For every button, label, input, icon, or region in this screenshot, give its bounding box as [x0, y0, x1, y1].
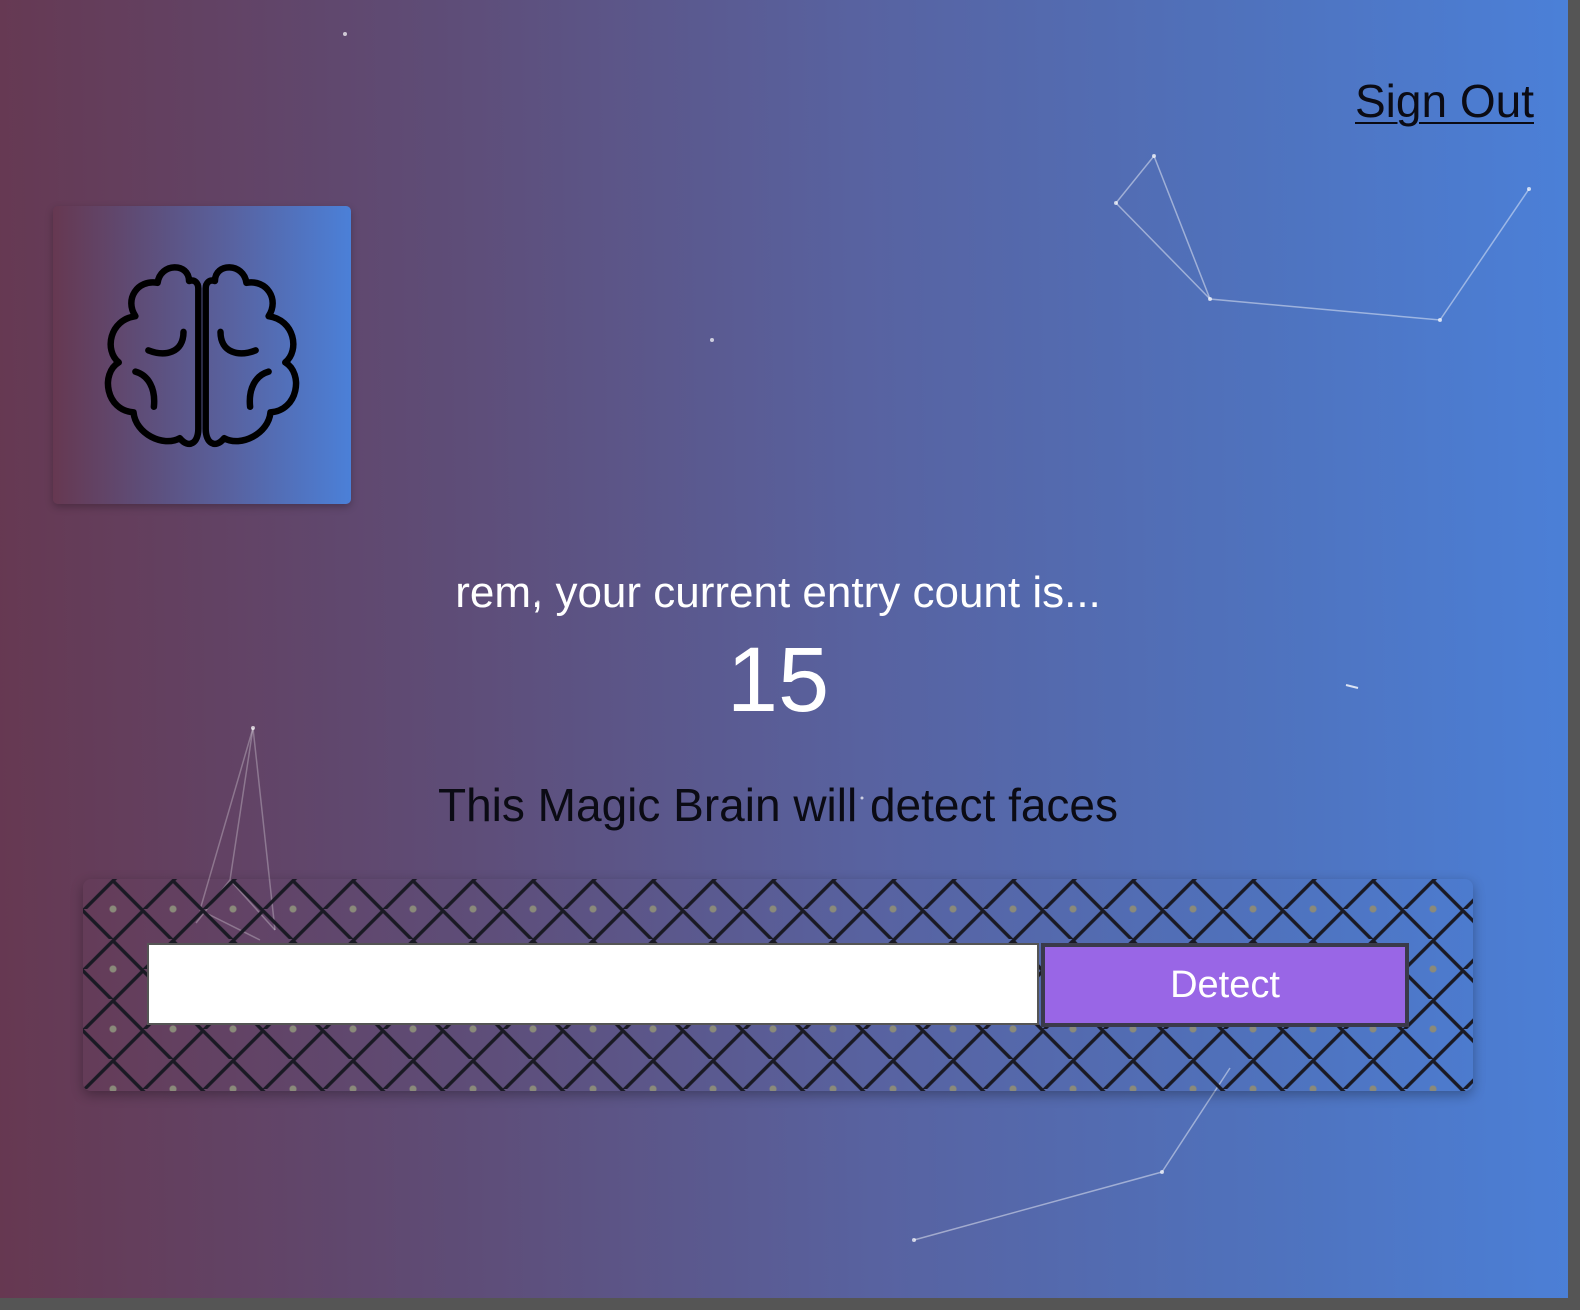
app-background: Sign Out rem, your current entry count i… [0, 0, 1568, 1298]
logo [53, 206, 351, 504]
entry-count: 15 [726, 629, 830, 731]
form-tagline: This Magic Brain will detect faces [437, 779, 1119, 831]
rank-message: rem, your current entry count is... [455, 568, 1101, 617]
sign-out-link[interactable]: Sign Out [1355, 74, 1534, 128]
brain-icon [104, 264, 300, 448]
image-link-form: Detect [83, 879, 1473, 1091]
image-url-input[interactable] [147, 943, 1039, 1025]
detect-button[interactable]: Detect [1041, 943, 1409, 1027]
